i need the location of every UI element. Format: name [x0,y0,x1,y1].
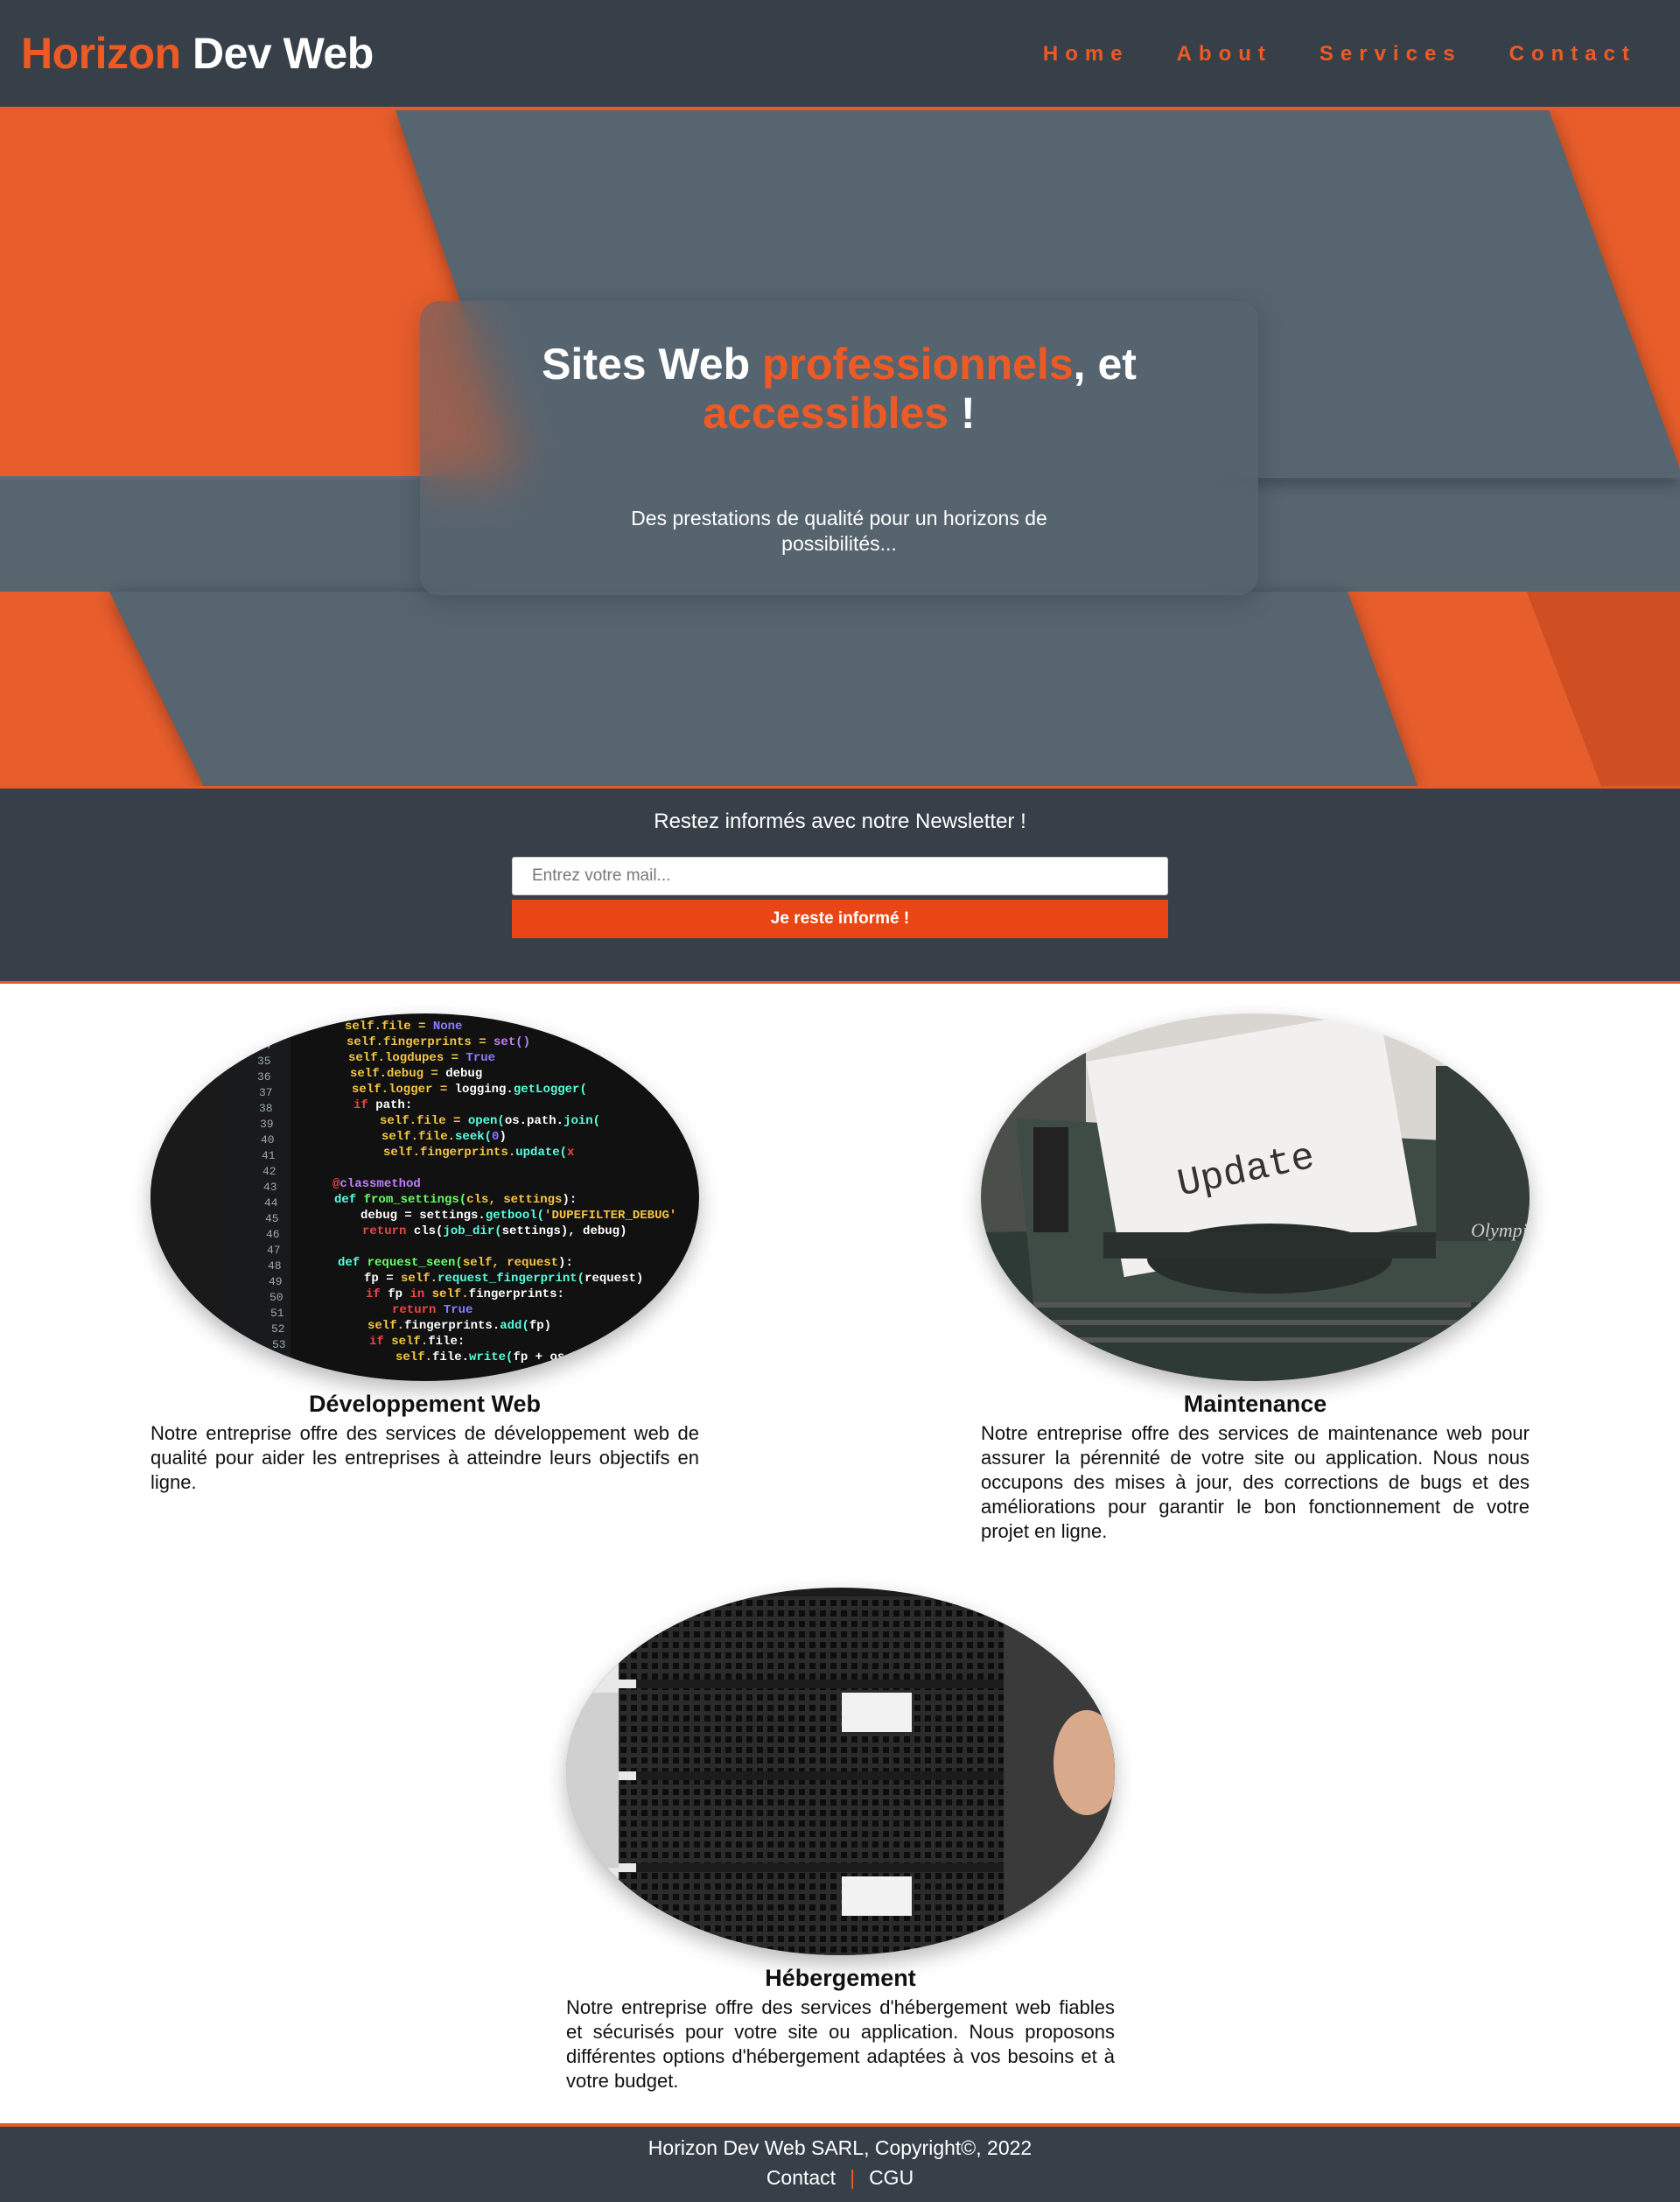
svg-text:49: 49 [269,1275,283,1288]
svg-text:self.fingerprints.update(x: self.fingerprints.update(x [383,1146,575,1160]
svg-text:51: 51 [270,1307,284,1320]
svg-text:42: 42 [262,1165,276,1178]
svg-text:if path:: if path: [354,1098,412,1112]
brand-name-horizon: Horizon [21,29,181,78]
footer-link-cgu[interactable]: CGU [869,2166,914,2189]
main-nav: Home About Services Contact [1043,42,1636,67]
service-description: Notre entreprise offre des services de d… [150,1422,699,1493]
svg-text:36: 36 [257,1070,271,1083]
newsletter-email-input[interactable] [512,857,1168,895]
svg-text:if fp in self.fingerprints:: if fp in self.fingerprints: [366,1287,564,1301]
svg-text:self.file = None: self.file = None [345,1020,462,1034]
svg-text:def request_seen(self, request: def request_seen(self, request): [338,1256,573,1270]
footer-separator: | [850,2166,856,2189]
footer-links: Contact | CGU [0,2165,1680,2190]
nav-home[interactable]: Home [1043,42,1130,67]
newsletter-title: Restez informés avec notre Newsletter ! [654,810,1026,833]
hero-title: Sites Web professionnels, et accessibles… [507,340,1172,438]
svg-text:if self.file:: if self.file: [369,1335,465,1349]
newsletter-section: Restez informés avec notre Newsletter ! … [0,786,1680,984]
svg-text:fp = self.request_fingerprint(: fp = self.request_fingerprint(request) [364,1272,643,1286]
service-card-hosting: Hébergement Notre entreprise offre des s… [566,1588,1115,2093]
svg-text:self.logger = logging.getLogge: self.logger = logging.getLogger( [352,1083,587,1097]
hero-title-text-1: Sites Web [542,340,763,389]
svg-text:Olympia: Olympia [1471,1219,1530,1241]
svg-text:43: 43 [263,1181,277,1194]
service-title: Maintenance [1183,1391,1327,1417]
svg-text:44: 44 [264,1196,278,1210]
svg-text:debug = settings.getbool('DUPE: debug = settings.getbool('DUPEFILTER_DEB… [360,1209,676,1223]
newsletter-subscribe-button[interactable]: Je reste informé ! [512,900,1168,938]
svg-text:self.debug = debug: self.debug = debug [350,1067,482,1081]
svg-text:34: 34 [257,1039,271,1052]
svg-text:self.file = open(os.path.join(: self.file = open(os.path.join( [380,1114,600,1128]
svg-text:@classmethod: @classmethod [332,1177,421,1191]
nav-contact[interactable]: Contact [1509,42,1636,67]
hero-title-text-3: ! [948,389,976,438]
brand-logo[interactable]: Horizon Dev Web [21,28,374,79]
footer-copyright: Horizon Dev Web SARL, Copyright©, 2022 [648,2136,1032,2159]
service-card-web-dev: 34 35 36 37 38 39 40 41 42 43 44 45 46 47 48 49 50 5… [150,1013,699,1495]
svg-text:38: 38 [259,1102,273,1115]
svg-text:46: 46 [266,1228,280,1241]
svg-text:self.logdupes = True: self.logdupes = True [348,1051,495,1065]
hero-title-text-2: , et [1073,340,1137,389]
svg-text:def from_settings(cls, setting: def from_settings(cls, settings): [334,1193,577,1207]
service-card-maintenance: Update Olympia Maintenance Notre entrepr… [981,1013,1530,1544]
svg-text:39: 39 [260,1118,274,1131]
svg-text:45: 45 [265,1212,279,1225]
svg-text:50: 50 [270,1291,284,1304]
site-footer: Horizon Dev Web SARL, Copyright©, 2022 C… [0,2123,1680,2202]
site-header: Horizon Dev Web Home About Services Cont… [0,0,1680,110]
code-editor-image: 34 35 36 37 38 39 40 41 42 43 44 45 46 47 48 49 50 5… [150,1013,699,1381]
brand-name-devweb: Dev Web [192,29,374,78]
svg-text:return True: return True [392,1303,472,1317]
svg-text:35: 35 [257,1055,271,1068]
svg-text:53: 53 [272,1338,286,1351]
svg-text:self.file.seek(0): self.file.seek(0) [382,1130,507,1144]
svg-text:47: 47 [267,1244,281,1257]
footer-link-contact[interactable]: Contact [766,2166,836,2189]
svg-text:40: 40 [261,1133,275,1147]
service-title: Développement Web [308,1391,542,1417]
nav-services[interactable]: Services [1320,42,1462,67]
svg-text:41: 41 [262,1149,276,1162]
svg-text:self.fingerprints.add(fp): self.fingerprints.add(fp) [368,1319,551,1333]
svg-text:return cls(job_dir(settings),: return cls(job_dir(settings), debug) [362,1224,626,1238]
svg-text:48: 48 [268,1259,282,1273]
hero-title-accent-2: accessibles [703,389,949,438]
nav-about[interactable]: About [1177,42,1272,67]
typewriter-image: Update Olympia [981,1013,1530,1381]
svg-text:54: 54 [273,1354,287,1367]
service-description: Notre entreprise offre des services d'hé… [566,1996,1115,2092]
hero-subtitle: Des prestations de qualité pour un horiz… [631,507,1047,555]
svg-text:37: 37 [259,1086,273,1099]
svg-text:52: 52 [271,1322,285,1336]
hero-card: Sites Web professionnels, et accessibles… [420,301,1258,595]
svg-text:self.fingerprints = set(): self.fingerprints = set() [346,1035,530,1049]
server-rack-image [566,1588,1115,1955]
hero-section: Sites Web professionnels, et accessibles… [0,110,1680,786]
svg-text:self.file.write(fp + os.linese: self.file.write(fp + os.linesep) [396,1350,631,1364]
hero-title-accent-1: professionnels [762,340,1074,389]
service-title: Hébergement [765,1965,916,1991]
service-description: Notre entreprise offre des services de m… [981,1422,1530,1542]
